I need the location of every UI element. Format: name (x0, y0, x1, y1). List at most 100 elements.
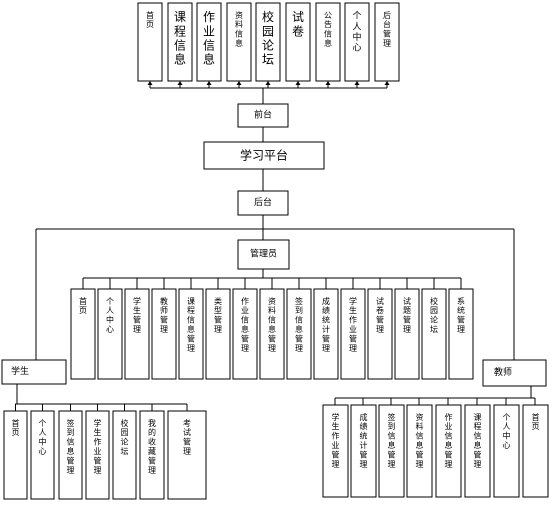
system-structure-diagram: 前台 学习平台 后台 管理员 学生 教师 首页课程信息作业信息资料信息校园论坛试… (1, 2, 549, 500)
teacher-item-label: 首页 (532, 412, 540, 431)
admin-item: 个人中心 (97, 288, 123, 380)
teacher-item: 个人中心 (493, 404, 520, 498)
student-item: 我的收藏管理 (139, 410, 165, 500)
teacher-item-label: 资料信息管理 (416, 412, 424, 469)
arrow-head-icon (325, 81, 331, 85)
admin-item-label: 学生管理 (133, 296, 141, 334)
frontend-item: 公告信息 (315, 2, 341, 82)
student-label: 学生 (11, 365, 29, 377)
admin-item: 签到信息管理 (286, 288, 312, 380)
admin-item-label: 课程信息管理 (187, 297, 195, 353)
student-item-label: 我的收藏管理 (148, 418, 156, 475)
frontend-item-label: 公告信息 (324, 11, 332, 48)
admin-item-label: 试卷管理 (376, 296, 384, 334)
student-item-label: 学生作业管理 (94, 418, 102, 475)
teacher-item: 作业信息管理 (435, 404, 462, 498)
frontend-item-label: 首页 (146, 10, 154, 29)
arrow-head-icon (147, 81, 153, 85)
arrow-head-icon (236, 81, 242, 85)
admin-item-label: 校园论坛 (430, 296, 438, 334)
backend-label: 后台 (254, 196, 272, 208)
student-item-label: 首页 (12, 418, 20, 437)
frontend-item-label: 校园论坛 (262, 9, 274, 66)
teacher-item: 首页 (522, 404, 549, 498)
admin-item-label: 签到信息管理 (295, 296, 303, 353)
teacher-item-label: 个人中心 (503, 413, 511, 450)
frontend-item: 作业信息 (196, 2, 222, 82)
backend-node: 后台 (237, 190, 289, 216)
admin-item-label: 个人中心 (106, 297, 114, 334)
frontend-item: 试卷 (285, 2, 311, 82)
admin-node: 管理员 (237, 239, 290, 270)
admin-item: 类型管理 (205, 288, 231, 380)
student-item: 学生作业管理 (85, 410, 110, 500)
admin-item: 资料信息管理 (259, 288, 285, 380)
arrow-head-icon (295, 81, 301, 85)
frontend-item: 课程信息 (167, 2, 193, 82)
student-item-label: 签到信息管理 (67, 418, 75, 475)
student-items: 首页 个人中心 签到信息管理 学生作业管理 校园论坛 我的收藏管理 考试管理 (3, 410, 207, 500)
frontend-item: 资料信息 (226, 2, 252, 82)
frontend-item-label: 资料信息 (235, 10, 243, 48)
admin-item: 作业信息管理 (232, 288, 258, 380)
student-item: 首页 (3, 410, 28, 500)
teacher-item-label: 课程信息管理 (474, 413, 482, 469)
student-item-label: 个人中心 (39, 419, 47, 456)
frontend-item-label: 试卷 (292, 9, 304, 38)
admin-item-label: 首页 (79, 296, 87, 315)
arrow-head-icon (384, 81, 390, 85)
frontend-item: 后台管理 (374, 2, 400, 82)
admin-item-label: 成绩统计管理 (322, 296, 330, 353)
frontend-label: 前台 (254, 109, 272, 121)
admin-item-label: 类型管理 (214, 296, 222, 334)
teacher-item: 签到信息管理 (378, 404, 405, 498)
arrow-head-icon (206, 81, 212, 85)
teacher-item: 成绩统计管理 (350, 404, 377, 498)
admin-item: 成绩统计管理 (313, 288, 339, 380)
teacher-item-label: 成绩统计管理 (360, 412, 368, 469)
admin-item-label: 试题管理 (403, 296, 411, 334)
admin-item-label: 资料信息管理 (268, 296, 276, 353)
teacher-item-label: 签到信息管理 (388, 412, 396, 469)
admin-item: 首页 (70, 288, 96, 380)
admin-item: 学生管理 (124, 288, 150, 380)
admin-item: 学生作业管理 (340, 288, 366, 380)
teacher-item: 学生作业管理 (322, 404, 349, 498)
frontend-item-label: 作业信息 (203, 10, 215, 66)
teacher-item: 资料信息管理 (406, 404, 433, 498)
frontend-item-label: 后台管理 (383, 10, 391, 48)
admin-items: 首页 个人中心 学生管理 教师管理 课程信息管理 类型管理 作业信息管理 资料信息管理 签到信息… (70, 288, 474, 380)
admin-item: 试题管理 (394, 288, 420, 380)
admin-item: 校园论坛 (421, 288, 447, 380)
frontend-items: 首页 课程信息 作业信息 资料信息 校园论坛 试卷 公告信息 个人中心 后台管理 (137, 2, 400, 82)
admin-item: 系统管理 (448, 288, 474, 380)
center-node: 学习平台 (203, 141, 325, 170)
student-item: 签到信息管理 (58, 410, 83, 500)
teacher-item-label: 学生作业管理 (332, 412, 340, 469)
arrow-head-icon (354, 81, 360, 85)
student-item-label: 校园论坛 (121, 418, 129, 456)
admin-item: 试卷管理 (367, 288, 393, 380)
admin-item-label: 作业信息管理 (241, 296, 249, 353)
student-item: 个人中心 (30, 410, 55, 500)
frontend-item: 校园论坛 (255, 2, 281, 82)
admin-item: 课程信息管理 (178, 288, 204, 380)
frontend-item: 首页 (137, 2, 163, 82)
teacher-label: 教师 (494, 366, 512, 378)
teacher-items: 学生作业管理 成绩统计管理 签到信息管理 资料信息管理 作业信息管理 课程信息管理 个人中心… (322, 404, 549, 498)
admin-item-label: 系统管理 (457, 296, 465, 334)
admin-item-label: 学生作业管理 (349, 296, 357, 353)
center-label: 学习平台 (240, 148, 288, 163)
admin-item: 教师管理 (151, 288, 177, 380)
student-item-label: 考试管理 (183, 419, 191, 456)
admin-item-label: 教师管理 (160, 296, 168, 334)
arrow-head-icon (265, 81, 271, 85)
frontend-item: 个人中心 (344, 2, 370, 82)
frontend-node: 前台 (237, 103, 289, 128)
student-item: 校园论坛 (112, 410, 137, 500)
teacher-node: 教师 (482, 359, 547, 387)
admin-label: 管理员 (250, 248, 277, 260)
teacher-item-label: 作业信息管理 (445, 412, 453, 469)
arrow-head-icon (177, 81, 183, 85)
teacher-item: 课程信息管理 (464, 404, 491, 498)
